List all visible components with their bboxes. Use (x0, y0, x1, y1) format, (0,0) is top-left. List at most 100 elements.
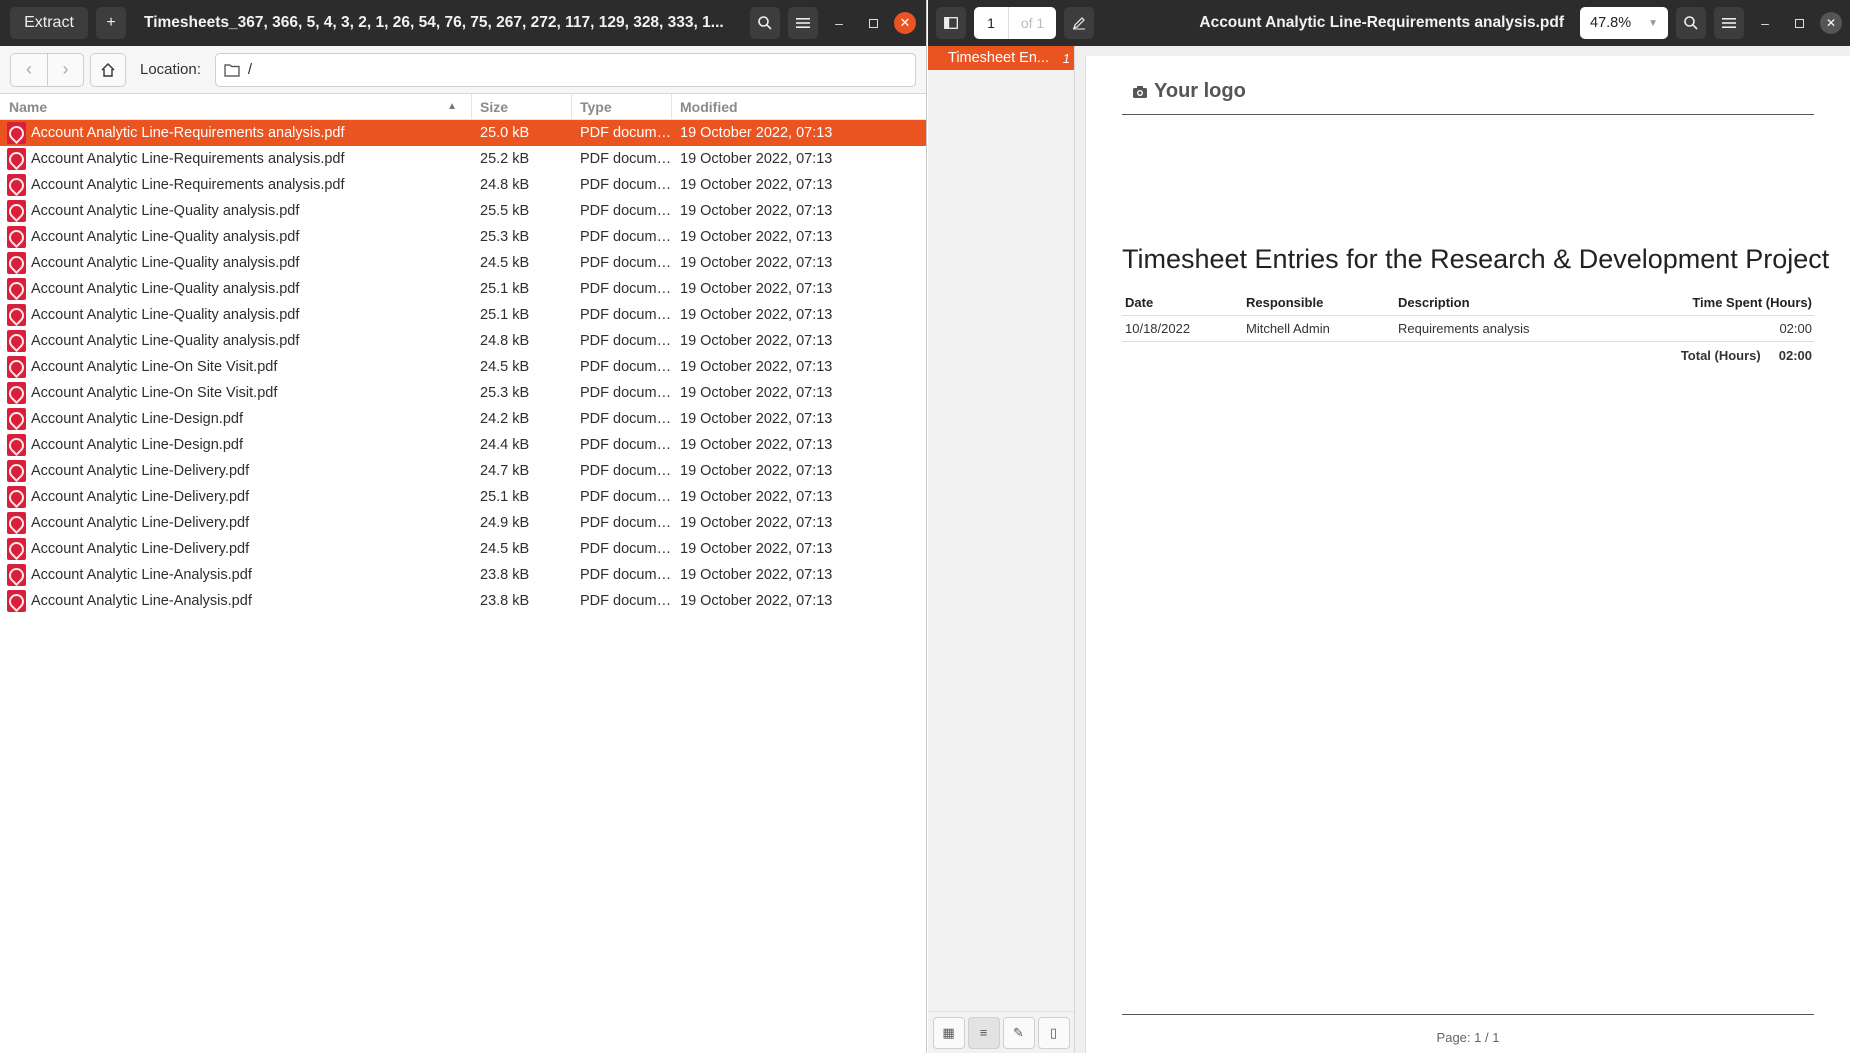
file-row[interactable]: Account Analytic Line-Delivery.pdf 24.5 k… (0, 536, 926, 562)
pencil-icon (1073, 17, 1085, 30)
page-selector[interactable]: 1 of 1 (974, 7, 1056, 39)
file-type: PDF document (580, 151, 672, 167)
file-modified: 19 October 2022, 07:13 (680, 541, 833, 557)
file-size: 25.3 kB (480, 229, 530, 245)
file-row[interactable]: Account Analytic Line-Quality analysis.p… (0, 198, 926, 224)
close-button[interactable]: ✕ (894, 12, 916, 34)
file-row[interactable]: Account Analytic Line-Quality analysis.p… (0, 250, 926, 276)
file-row[interactable]: Account Analytic Line-Requirements analy… (0, 120, 926, 146)
file-size: 24.2 kB (480, 411, 530, 427)
page-current-input[interactable]: 1 (974, 7, 1008, 39)
viewer-search-button[interactable] (1676, 7, 1706, 39)
viewer-close-button[interactable]: ✕ (1820, 12, 1842, 34)
file-name-cell: Account Analytic Line-Quality analysis.p… (0, 330, 472, 352)
column-name[interactable]: Name ▲ (0, 93, 472, 120)
file-size: 24.8 kB (480, 333, 530, 349)
search-button[interactable] (750, 7, 780, 39)
viewer-minimize-button[interactable]: – (1752, 10, 1778, 36)
back-button[interactable]: ‹ (11, 54, 47, 86)
location-bar: ‹ › Location: / (0, 46, 926, 94)
file-type: PDF document (580, 593, 672, 609)
file-row[interactable]: Account Analytic Line-Design.pdf 24.2 kB P… (0, 406, 926, 432)
file-type: PDF document (580, 177, 672, 193)
file-modified: 19 October 2022, 07:13 (680, 281, 833, 297)
add-files-button[interactable]: + (96, 7, 126, 39)
outline-item[interactable]: Timesheet En... 1 (928, 46, 1074, 70)
sort-ascending-icon: ▲ (447, 100, 457, 112)
viewer-headerbar: 1 of 1 Account Analytic Line-Requirement… (928, 0, 1850, 46)
viewer-maximize-button[interactable] (1786, 10, 1812, 36)
location-input[interactable]: / (214, 52, 916, 87)
file-size: 25.1 kB (480, 307, 530, 323)
doc-footer-rule (1122, 1014, 1814, 1015)
maximize-icon (868, 18, 878, 28)
file-row[interactable]: Account Analytic Line-On Site Visit.pdf 2… (0, 380, 926, 406)
annotations-view-button[interactable]: ✎ (1002, 1016, 1035, 1049)
file-size: 25.3 kB (480, 385, 530, 401)
file-modified: 19 October 2022, 07:13 (680, 515, 833, 531)
viewer-menu-button[interactable] (1714, 7, 1744, 39)
file-row[interactable]: Account Analytic Line-Quality analysis.p… (0, 224, 926, 250)
file-row[interactable]: Account Analytic Line-Analysis.pdf 23.8 k… (0, 588, 926, 614)
annotate-button[interactable] (1064, 7, 1094, 39)
file-row[interactable]: Account Analytic Line-Requirements analy… (0, 172, 926, 198)
file-modified: 19 October 2022, 07:13 (680, 567, 833, 583)
column-modified[interactable]: Modified (672, 94, 926, 120)
file-size: 24.9 kB (480, 515, 530, 531)
file-row[interactable]: Account Analytic Line-Requirements analy… (0, 146, 926, 172)
file-row[interactable]: Account Analytic Line-Quality analysis.p… (0, 302, 926, 328)
file-name: Account Analytic Line-Quality analysis.p… (31, 281, 300, 297)
pdf-file-icon (7, 148, 26, 170)
file-name-cell: Account Analytic Line-Requirements analy… (0, 174, 472, 196)
entry-time: 02:00 (1779, 321, 1812, 336)
zoom-select[interactable]: 47.8% ▼ (1580, 7, 1668, 39)
menu-button[interactable] (788, 7, 818, 39)
outline-item-page: 1 (1062, 50, 1070, 66)
file-size: 24.7 kB (480, 463, 530, 479)
file-list: Account Analytic Line-Requirements analy… (0, 120, 926, 614)
file-list-header: Name ▲ Size Type Modified (0, 93, 926, 120)
file-row[interactable]: Account Analytic Line-Design.pdf 24.4 kB P… (0, 432, 926, 458)
minimize-button[interactable]: – (826, 10, 852, 36)
file-name-cell: Account Analytic Line-Quality analysis.p… (0, 304, 472, 326)
outline-view-button[interactable]: ≡ (967, 1016, 1000, 1049)
column-size[interactable]: Size (472, 93, 572, 120)
file-row[interactable]: Account Analytic Line-Delivery.pdf 24.7 k… (0, 458, 926, 484)
pdf-file-icon (7, 538, 26, 560)
thumbnails-view-button[interactable]: ▦ (932, 1016, 965, 1049)
file-row[interactable]: Account Analytic Line-Delivery.pdf 24.9 k… (0, 510, 926, 536)
file-type: PDF document (580, 307, 672, 323)
home-button[interactable] (90, 52, 126, 87)
file-type: PDF document (580, 541, 672, 557)
file-name-cell: Account Analytic Line-Delivery.pdf (0, 538, 472, 560)
file-name: Account Analytic Line-Delivery.pdf (31, 541, 250, 557)
file-modified: 19 October 2022, 07:13 (680, 177, 833, 193)
maximize-button[interactable] (860, 10, 886, 36)
file-modified: 19 October 2022, 07:13 (680, 307, 833, 323)
minimize-icon: – (1761, 15, 1769, 31)
column-type[interactable]: Type (572, 93, 672, 120)
file-name-cell: Account Analytic Line-Quality analysis.p… (0, 226, 472, 248)
file-row[interactable]: Account Analytic Line-Quality analysis.p… (0, 328, 926, 354)
pdf-file-icon (7, 382, 26, 404)
file-name: Account Analytic Line-Requirements analy… (31, 177, 345, 193)
file-modified: 19 October 2022, 07:13 (680, 593, 833, 609)
chevron-right-icon: › (62, 59, 69, 79)
minimize-icon: – (835, 15, 843, 31)
file-row[interactable]: Account Analytic Line-Analysis.pdf 23.8 k… (0, 562, 926, 588)
file-modified: 19 October 2022, 07:13 (680, 385, 833, 401)
file-size: 23.8 kB (480, 567, 530, 583)
pdf-file-icon (7, 486, 26, 508)
sidebar-toggle-button[interactable] (936, 7, 966, 39)
file-name-cell: Account Analytic Line-Delivery.pdf (0, 512, 472, 534)
file-name: Account Analytic Line-On Site Visit.pdf (31, 385, 278, 401)
file-type: PDF document (580, 203, 672, 219)
file-row[interactable]: Account Analytic Line-Quality analysis.p… (0, 276, 926, 302)
forward-button[interactable]: › (47, 53, 83, 86)
file-row[interactable]: Account Analytic Line-On Site Visit.pdf 2… (0, 354, 926, 380)
file-row[interactable]: Account Analytic Line-Delivery.pdf 25.1 k… (0, 484, 926, 510)
hamburger-icon (1722, 18, 1736, 28)
extract-button[interactable]: Extract (10, 7, 88, 39)
sidebar-view-switcher: ▦ ≡ ✎ ▯ (928, 1011, 1074, 1053)
bookmarks-view-button[interactable]: ▯ (1037, 1016, 1070, 1049)
